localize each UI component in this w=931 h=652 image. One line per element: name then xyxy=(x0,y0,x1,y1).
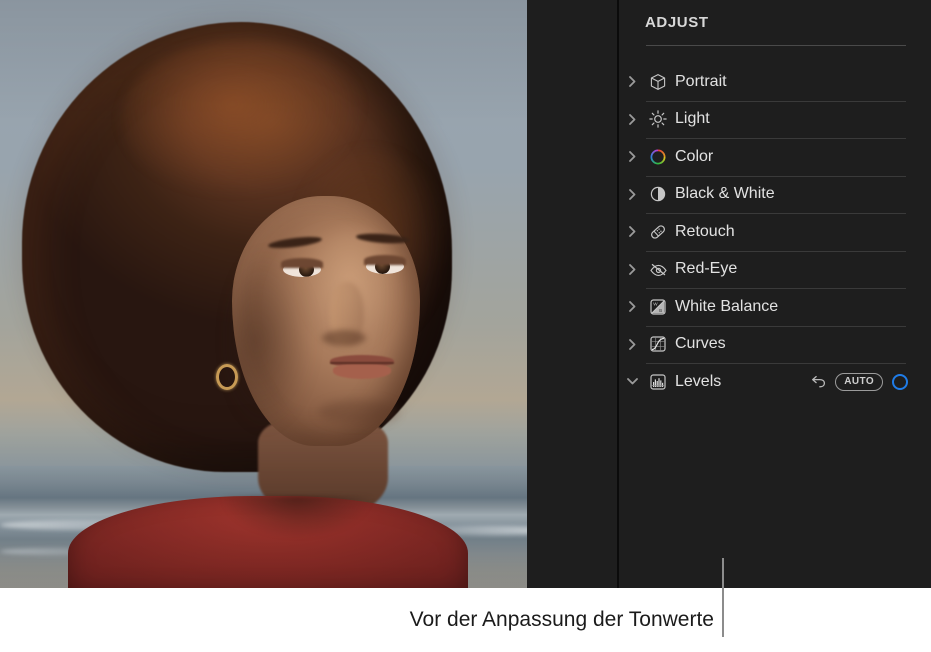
adjust-row-black-and-white[interactable]: Black & White xyxy=(619,175,931,214)
panel-title: ADJUST xyxy=(645,14,709,31)
levels-icon xyxy=(645,373,671,391)
lower-lip xyxy=(333,364,391,379)
earring xyxy=(216,364,238,390)
chevron-right-icon[interactable] xyxy=(619,151,645,163)
face-shadow xyxy=(232,250,312,430)
chevron-right-icon[interactable] xyxy=(619,338,645,350)
title-separator xyxy=(646,45,906,46)
chevron-down-icon[interactable] xyxy=(619,378,645,385)
eye-slash-icon xyxy=(645,260,671,278)
bandage-icon xyxy=(645,223,671,241)
callout-caption: Vor der Anpassung der Tonwerte xyxy=(409,608,714,631)
auto-button[interactable]: AUTO xyxy=(835,372,883,391)
adjust-row-curves[interactable]: Curves xyxy=(619,325,931,364)
adjust-panel: ADJUST Portrait Light Color Black & Whit… xyxy=(619,0,931,588)
chevron-right-icon[interactable] xyxy=(619,76,645,88)
chevron-right-icon[interactable] xyxy=(619,226,645,238)
color-wheel-icon xyxy=(645,148,671,166)
adjust-row-label: White Balance xyxy=(675,297,779,315)
chin-shadow xyxy=(318,400,398,424)
blue-circle-icon[interactable] xyxy=(892,373,908,390)
adjust-row-label: Black & White xyxy=(675,185,775,203)
adjust-row-label: Retouch xyxy=(675,222,735,240)
adjust-row-label: Curves xyxy=(675,335,726,353)
eyelid-left xyxy=(281,258,323,268)
white-balance-icon: W B xyxy=(645,298,671,316)
half-circle-icon xyxy=(645,185,671,203)
shirt-collar xyxy=(222,496,372,538)
screenshot-root: ADJUST Portrait Light Color Black & Whit… xyxy=(0,0,931,652)
adjustment-list: Portrait Light Color Black & White Retou… xyxy=(619,63,931,401)
eyelid-right xyxy=(364,255,406,265)
curves-icon xyxy=(645,335,671,353)
svg-text:B: B xyxy=(659,308,662,313)
adjust-row-red-eye[interactable]: Red-Eye xyxy=(619,250,931,289)
chevron-right-icon[interactable] xyxy=(619,301,645,313)
mouth-line xyxy=(330,362,394,364)
adjust-row-levels[interactable]: Levels AUTO xyxy=(619,363,931,401)
adjust-row-portrait[interactable]: Portrait xyxy=(619,63,931,101)
adjust-row-retouch[interactable]: Retouch xyxy=(619,213,931,251)
chevron-right-icon[interactable] xyxy=(619,188,645,200)
sun-icon xyxy=(645,110,671,128)
adjust-row-label: Red-Eye xyxy=(675,260,738,278)
adjust-row-label: Portrait xyxy=(675,72,727,90)
adjust-row-color[interactable]: Color xyxy=(619,138,931,176)
adjust-row-label: Color xyxy=(675,147,714,165)
adjust-row-label: Levels xyxy=(675,372,722,390)
vertical-leader-line xyxy=(722,558,724,637)
nose-shadow xyxy=(322,330,366,346)
svg-text:W: W xyxy=(653,301,658,306)
chevron-right-icon[interactable] xyxy=(619,113,645,125)
levels-actions: AUTO xyxy=(811,372,908,391)
undo-arrow-icon[interactable] xyxy=(811,375,826,389)
adjust-row-label: Light xyxy=(675,110,710,128)
chevron-right-icon[interactable] xyxy=(619,263,645,275)
cube-icon xyxy=(645,73,671,91)
adjust-row-light[interactable]: Light xyxy=(619,100,931,139)
adjust-row-white-balance[interactable]: W B White Balance xyxy=(619,288,931,326)
photo-preview[interactable] xyxy=(0,0,527,588)
